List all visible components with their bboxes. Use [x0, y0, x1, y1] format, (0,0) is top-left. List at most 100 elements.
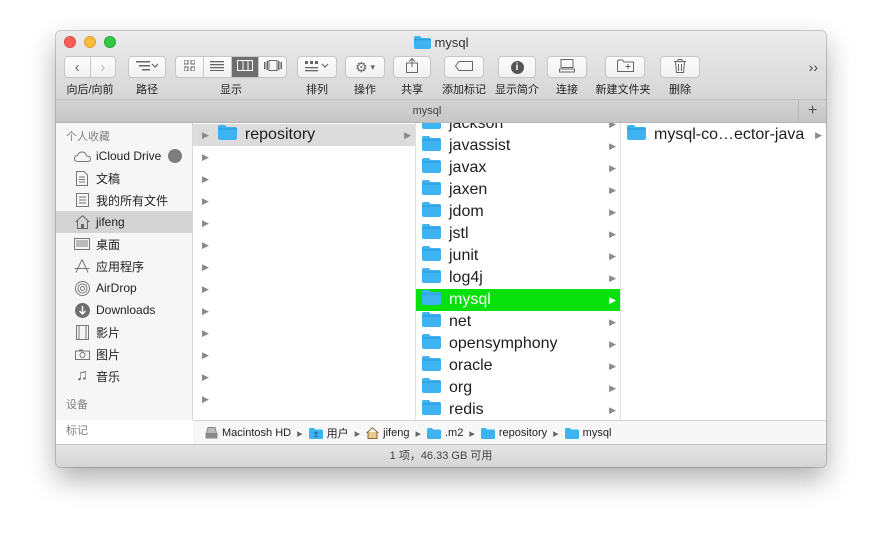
column-1: ▶ repository ▶ ▶ ▶ ▶ ▶ ▶ ▶ ▶ ▶ ▶ ▶ ▶ ▶ — [193, 123, 416, 420]
path-item-label: .m2 — [444, 427, 464, 439]
delete-button[interactable] — [660, 56, 700, 78]
folder-icon — [413, 36, 431, 52]
column-3: mysql-co…ector-java ▶ — [621, 123, 826, 420]
view-coverflow-button[interactable] — [259, 57, 286, 77]
arrange-button[interactable] — [297, 56, 337, 78]
folder-name: javax — [449, 159, 487, 176]
view-icons-button[interactable] — [176, 57, 204, 77]
chevron-right-icon: › — [100, 58, 106, 76]
path-item-users[interactable]: 用户 — [308, 425, 349, 441]
share-label: 共享 — [401, 84, 423, 96]
sidebar-item-airdrop[interactable]: AirDrop — [56, 277, 192, 299]
folder-icon — [422, 158, 441, 178]
disclosure-arrow-icon: ▶ — [202, 240, 209, 250]
action-button[interactable]: ⚙ ▾ — [345, 56, 385, 78]
view-columns-button[interactable] — [231, 57, 260, 77]
sidebar-item-music[interactable]: ♫ 音乐 — [56, 365, 192, 387]
list-item[interactable]: log4j ▶ — [416, 267, 620, 289]
folder-icon — [422, 224, 441, 244]
path-item-macintosh-hd[interactable]: Macintosh HD — [205, 427, 291, 439]
forward-button[interactable]: › — [91, 57, 116, 77]
path-separator: ▸ — [415, 427, 421, 440]
tag-icon — [454, 60, 473, 74]
sidebar: 个人收藏 iCloud Drive 文稿 我的所有文件 jifeng 桌面 应用… — [56, 123, 193, 420]
list-item[interactable]: javax ▶ — [416, 157, 620, 179]
back-button[interactable]: ‹ — [65, 57, 91, 77]
chevron-right-icon: ▶ — [609, 273, 616, 283]
folder-icon — [422, 378, 441, 398]
share-icon — [406, 57, 418, 76]
window-title-text: mysql — [434, 35, 469, 50]
folder-name: opensymphony — [449, 335, 558, 352]
path-item-repository[interactable]: repository — [480, 427, 547, 439]
folder-icon — [422, 334, 441, 354]
folder-icon — [422, 180, 441, 200]
list-item[interactable]: org ▶ — [416, 377, 620, 399]
chevron-right-icon: ▶ — [404, 130, 411, 140]
share-button[interactable] — [393, 56, 431, 78]
folder-name: jackson — [449, 123, 504, 132]
chevron-right-icon: ▶ — [609, 361, 616, 371]
sidebar-item-downloads[interactable]: Downloads — [56, 299, 192, 321]
folder-name: mysql-co…ector-java — [654, 126, 805, 143]
sidebar-item-jifeng[interactable]: jifeng — [56, 211, 192, 233]
view-mode-control[interactable] — [175, 56, 287, 78]
sidebar-item-label: 影片 — [96, 325, 121, 340]
sidebar-item-desktop[interactable]: 桌面 — [56, 233, 192, 255]
music-icon: ♫ — [76, 367, 88, 384]
add-tab-button[interactable]: + — [798, 100, 826, 122]
chevron-right-icon: ▶ — [609, 339, 616, 349]
sidebar-item-pictures[interactable]: 图片 — [56, 343, 192, 365]
list-item[interactable]: redis ▶ — [416, 399, 620, 420]
path-item-m2[interactable]: .m2 — [426, 427, 464, 439]
path-item-label: Macintosh HD — [222, 427, 292, 439]
path-button[interactable] — [128, 56, 166, 78]
folder-name: org — [449, 379, 473, 396]
new-folder-button[interactable] — [605, 56, 645, 78]
view-label: 显示 — [220, 84, 242, 96]
window-title: mysql — [56, 35, 826, 52]
sidebar-item-label: AirDrop — [96, 281, 137, 295]
back-forward-control[interactable]: ‹ › — [64, 56, 116, 78]
list-item[interactable]: jaxen ▶ — [416, 179, 620, 201]
chevron-right-icon: ▶ — [609, 185, 616, 195]
folder-icon — [422, 268, 441, 288]
path-list-icon — [136, 60, 159, 75]
tab-title[interactable]: mysql — [56, 105, 798, 117]
path-separator: ▸ — [469, 427, 475, 440]
view-list-button[interactable] — [204, 57, 232, 77]
connect-button[interactable] — [547, 56, 587, 78]
list-item[interactable]: opensymphony ▶ — [416, 333, 620, 355]
get-info-button[interactable]: i — [498, 56, 536, 78]
sidebar-item-movies[interactable]: 影片 — [56, 321, 192, 343]
list-item[interactable]: oracle ▶ — [416, 355, 620, 377]
column-browser: ▶ repository ▶ ▶ ▶ ▶ ▶ ▶ ▶ ▶ ▶ ▶ ▶ ▶ ▶ jackson ▶ java… — [193, 123, 826, 420]
sidebar-item-all-files[interactable]: 我的所有文件 — [56, 189, 192, 211]
list-item[interactable]: jstl ▶ — [416, 223, 620, 245]
sidebar-item-applications[interactable]: 应用程序 — [56, 255, 192, 277]
folder-icon — [422, 290, 441, 310]
sidebar-item-label: 我的所有文件 — [96, 193, 169, 208]
list-item[interactable]: mysql ▶ — [416, 289, 620, 311]
folder-name: mysql — [449, 291, 491, 308]
list-item[interactable]: net ▶ — [416, 311, 620, 333]
list-item[interactable]: javassist ▶ — [416, 135, 620, 157]
path-separator: ▸ — [354, 427, 361, 440]
path-item-mysql[interactable]: mysql — [564, 427, 611, 439]
folder-name: log4j — [449, 269, 483, 286]
add-tag-button[interactable] — [444, 56, 484, 78]
list-item[interactable]: junit ▶ — [416, 245, 620, 267]
list-item[interactable]: jdom ▶ — [416, 201, 620, 223]
list-item[interactable]: jackson ▶ — [416, 123, 620, 135]
list-item[interactable]: ▶ repository ▶ — [193, 124, 415, 146]
list-item[interactable]: mysql-co…ector-java ▶ — [621, 124, 826, 146]
path-item-jifeng[interactable]: jifeng — [366, 427, 409, 439]
sidebar-item-icloud-drive[interactable]: iCloud Drive — [56, 145, 192, 167]
toolbar-overflow-button[interactable]: ›› — [809, 59, 818, 75]
sidebar-item-documents[interactable]: 文稿 — [56, 167, 192, 189]
chevron-right-icon: ▶ — [609, 383, 616, 393]
disclosure-arrow-icon: ▶ — [202, 129, 209, 140]
sidebar-section-devices: 设备 — [66, 399, 88, 411]
chevron-right-icon: ▶ — [609, 141, 616, 151]
tab-bar: mysql + — [56, 100, 826, 123]
